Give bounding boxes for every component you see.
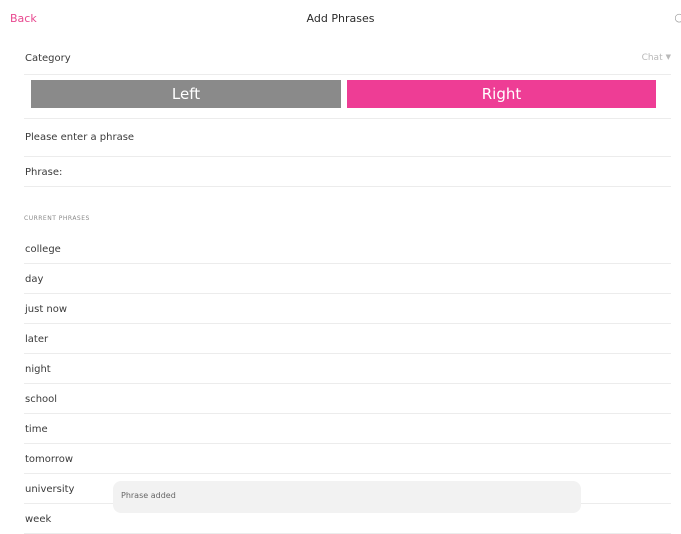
- category-value: Chat: [641, 53, 663, 63]
- page-title: Add Phrases: [306, 12, 375, 25]
- phrase-list-item[interactable]: day: [24, 264, 671, 294]
- prompt-text: Please enter a phrase: [25, 132, 135, 143]
- toast-message: Phrase added: [121, 491, 176, 500]
- phrase-list-item-label: college: [25, 244, 61, 255]
- phrase-list-item-label: just now: [25, 304, 68, 315]
- category-row[interactable]: Category Chat ▼: [24, 45, 671, 75]
- segment-right-button[interactable]: Right: [347, 80, 656, 108]
- side-segmented-control: Left Right: [24, 74, 671, 119]
- phrase-row[interactable]: Phrase:: [24, 157, 671, 187]
- phrase-list-item[interactable]: tomorrow: [24, 444, 671, 474]
- phrase-input[interactable]: [69, 163, 649, 179]
- phrase-list-item-label: university: [25, 484, 75, 495]
- nav-bar: Back Add Phrases ○: [0, 0, 681, 38]
- category-label: Category: [25, 53, 71, 64]
- segment-left-button[interactable]: Left: [31, 80, 341, 108]
- phrase-label: Phrase:: [25, 167, 63, 178]
- phrase-list-item-label: school: [25, 394, 58, 405]
- toast-notification: Phrase added: [113, 481, 581, 513]
- phrase-list-item-label: night: [25, 364, 51, 375]
- phrase-list-item[interactable]: later: [24, 324, 671, 354]
- chevron-down-icon: ▼: [665, 53, 671, 61]
- phrase-list-item-label: tomorrow: [25, 454, 74, 465]
- current-phrases-header: CURRENT PHRASES: [24, 215, 90, 222]
- phrase-list-item-label: day: [25, 274, 44, 285]
- phrase-list-item[interactable]: time: [24, 414, 671, 444]
- nav-right-icon[interactable]: ○: [674, 11, 681, 24]
- phrase-list-item[interactable]: night: [24, 354, 671, 384]
- phrase-list-item[interactable]: just now: [24, 294, 671, 324]
- phrase-list-item-label: later: [25, 334, 49, 345]
- category-select[interactable]: Chat ▼: [642, 53, 671, 63]
- phrase-list-item[interactable]: school: [24, 384, 671, 414]
- phrase-list-item[interactable]: college: [24, 234, 671, 264]
- prompt-row: Please enter a phrase: [24, 119, 671, 157]
- phrase-list-item-label: time: [25, 424, 48, 435]
